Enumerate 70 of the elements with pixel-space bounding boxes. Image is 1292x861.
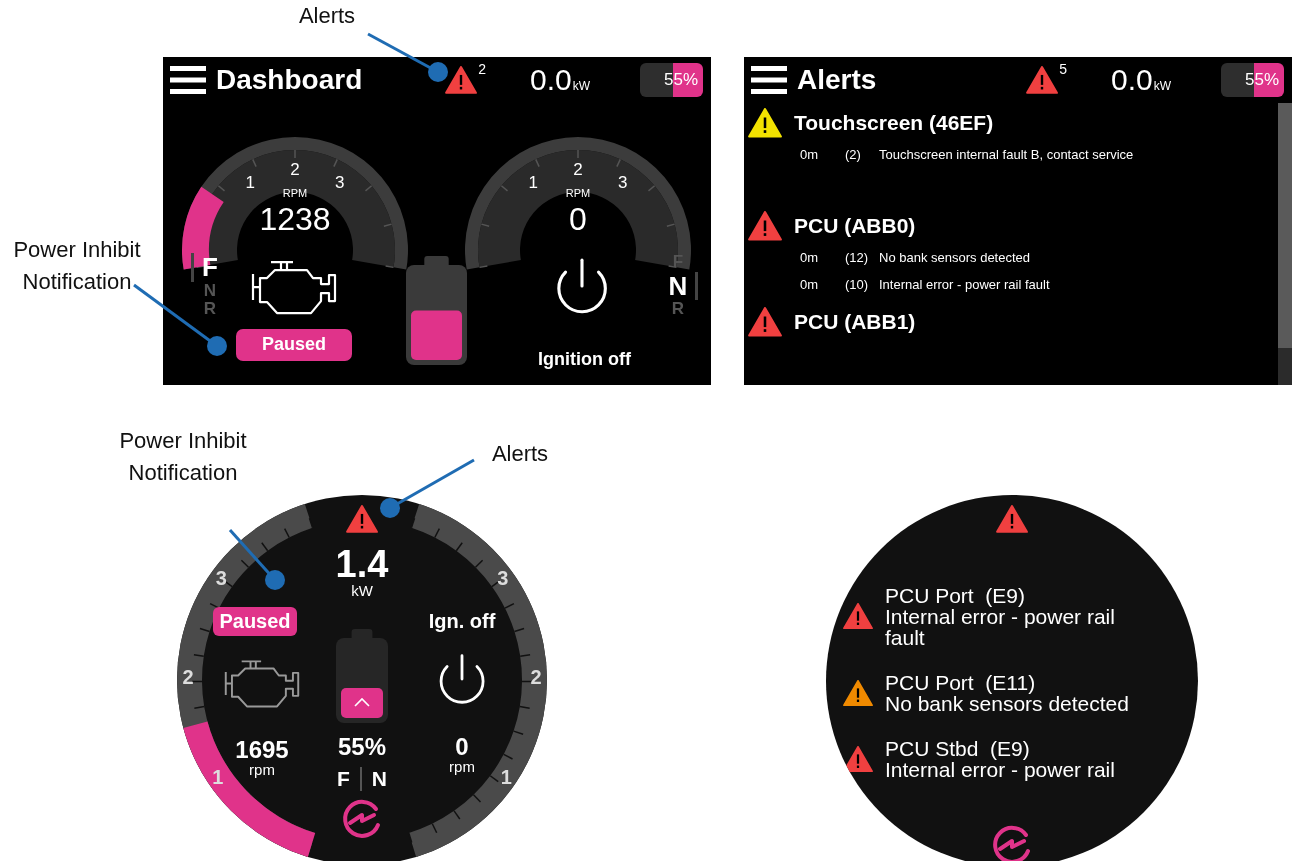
alert-message: Internal error - power rail fault	[879, 277, 1051, 292]
ignition-status: Ignition off	[538, 348, 631, 370]
menu-icon[interactable]	[751, 66, 787, 94]
power-unit: kW	[351, 582, 373, 600]
alert-source: PCU Port (E11)	[885, 671, 1037, 693]
gauge-label: RPM	[565, 187, 591, 199]
alert-source: PCU (ABB1)	[794, 310, 916, 334]
alert-entry[interactable]: 0m (10) Internal error - power rail fault	[748, 271, 1278, 298]
scale-label: 3	[497, 566, 509, 589]
power-reading: 1.4	[335, 544, 389, 583]
gear-indicator: R	[203, 300, 217, 319]
alert-code: (12)	[845, 250, 870, 265]
alert-time: 0m	[800, 277, 820, 292]
gauge-label: RPM	[282, 187, 308, 199]
gear-indicator: R	[671, 300, 685, 319]
rpm-unit: rpm	[449, 759, 475, 776]
scale-label: 1	[212, 766, 224, 789]
paused-badge: Paused	[213, 607, 297, 637]
alert-count: 5	[1059, 61, 1067, 77]
alert-source: PCU Stbd (E9)	[885, 737, 1031, 759]
callout-label: Alerts	[490, 440, 550, 468]
screen-title: Dashboard	[216, 64, 364, 96]
rpm-value: 1695	[235, 737, 289, 762]
scale-label: 1	[500, 766, 512, 789]
alert-icon	[996, 505, 1028, 533]
callout-label: Alerts	[297, 2, 357, 30]
alert-icon	[346, 505, 378, 533]
scale-label: 1	[245, 173, 256, 193]
rpm-unit: rpm	[249, 761, 275, 778]
alert-time: 0m	[800, 250, 820, 265]
scale-label: 1	[528, 173, 539, 193]
alert-source: PCU Port (E9)	[885, 584, 1027, 606]
alert-icon	[445, 66, 478, 94]
rpm-value: 0	[455, 735, 469, 760]
scrollbar[interactable]	[1278, 103, 1292, 385]
gear-indicator: N	[203, 281, 217, 301]
gauge-value: 1238	[259, 201, 331, 237]
alert-icon	[1026, 66, 1059, 94]
callout-label: Power Inhibit Notification	[12, 236, 142, 296]
scale-label: 3	[215, 566, 227, 589]
alert-entry[interactable]: 0m (12) No bank sensors detected	[748, 244, 1278, 271]
gear-indicator: F	[337, 767, 350, 792]
alert-entry[interactable]: 0m (2) Touchscreen internal fault B, contact service	[748, 141, 1278, 168]
alert-message: Touchscreen internal fault B, contact service	[879, 147, 1135, 162]
gear-indicator: F	[191, 253, 218, 282]
alert-code: (2)	[845, 147, 862, 162]
paused-badge: Paused	[236, 328, 352, 361]
scale-label: 3	[334, 173, 345, 193]
battery-reading: 55%	[337, 735, 386, 760]
leader-line	[228, 529, 285, 590]
gauge-value: 0	[569, 201, 587, 237]
scale-label: 2	[290, 160, 300, 179]
power-reading: 0.0kW	[529, 63, 590, 97]
scale-label: 2	[530, 665, 542, 688]
alert-message: No bank sensors detected	[879, 250, 1032, 265]
alert-source: PCU (ABB0)	[794, 214, 916, 238]
gear-indicator: N	[668, 271, 699, 301]
alert-count: 2	[478, 61, 486, 77]
alert-code: (10)	[845, 277, 870, 292]
power-reading: 0.0kW	[1110, 63, 1171, 97]
gear-indicator: N	[371, 767, 387, 792]
menu-icon[interactable]	[170, 66, 206, 94]
alert-source: Touchscreen (46EF)	[794, 111, 994, 135]
ignition-status: Ign. off	[428, 609, 496, 634]
screen-title: Alerts	[797, 64, 878, 96]
scale-label: 2	[573, 160, 583, 179]
scale-label: 3	[617, 173, 628, 193]
scale-label: 2	[182, 665, 194, 688]
alert-time: 0m	[800, 147, 820, 162]
callout-label: Power Inhibit Notification	[118, 427, 248, 487]
